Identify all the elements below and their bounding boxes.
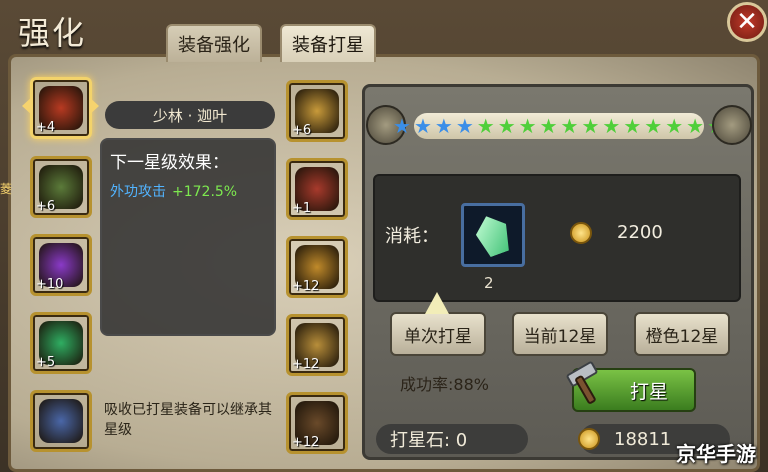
next-level-title: 下一星级效果： [110,153,229,173]
slot-level: +1 [292,201,312,216]
equip-slot-right-1[interactable]: +6 [286,80,348,142]
star-stone-slot[interactable] [461,203,525,267]
selected-arrow-right-icon [89,97,99,115]
star-blue-icon: ★ [455,114,474,138]
stat-name: 外功攻击 [110,184,166,200]
single-star-button[interactable]: 单次打星 [390,312,486,356]
next-level-stat-row: 外功攻击 +172.5% [110,181,266,201]
slot-level: +12 [292,279,320,294]
star-green-icon: ★ [518,114,537,138]
success-rate: 成功率:88% [400,375,489,394]
close-button[interactable]: ✕ [727,2,767,42]
cost-label: 消耗： [385,226,439,247]
equip-slot-left-2[interactable]: +6 [30,156,92,218]
ring-icon [39,399,83,443]
window-title: 强化 [18,14,87,52]
slot-level: +10 [36,277,64,292]
ornament-right-icon [712,105,752,145]
gold-balance-coin-icon [578,428,600,450]
star-upgrade-label: 打星 [629,380,668,403]
star-blue-icon: ★ [434,114,453,138]
star-green-icon: ★ [623,114,642,138]
star-bar: ★★★★★★★★★★★★★★★★ [366,101,752,149]
gold-coin-icon [570,222,592,244]
slot-level: +5 [36,355,56,370]
star-green-icon: ★ [560,114,579,138]
slot-level: +4 [36,120,56,135]
character-name: 少林 · 迦叶 [105,101,275,129]
slot-level: +12 [292,357,320,372]
star-stone-icon [471,211,515,260]
slot-level: +6 [36,199,56,214]
star-track: ★★★★★★★★★★★★★★★★ [393,113,725,139]
equip-slot-right-5[interactable]: +12 [286,392,348,454]
slot-level: +6 [292,123,312,138]
close-icon: ✕ [736,7,758,37]
equip-slot-left-1[interactable]: +4 [30,77,92,139]
equip-slot-right-4[interactable]: +12 [286,314,348,376]
selected-arrow-left-icon [22,97,32,115]
equip-slot-left-5[interactable] [30,390,92,452]
current-12-star-button[interactable]: 当前12星 [512,312,608,356]
slot-level: +12 [292,435,320,450]
equip-slot-right-3[interactable]: +12 [286,236,348,298]
star-green-icon: ★ [602,114,621,138]
star-green-icon: ★ [539,114,558,138]
star-green-icon: ★ [686,114,705,138]
stone-count: 2 [484,274,494,292]
tab-star-upgrade[interactable]: 装备打星 [280,24,376,62]
star-stone-balance: 打星石: 0 [376,424,528,454]
next-level-panel: 下一星级效果： 外功攻击 +172.5% [100,138,276,336]
inherit-note: 吸收已打星装备可以继承其星级 [104,402,272,438]
star-green-icon: ★ [665,114,684,138]
orange-12-star-button[interactable]: 橙色12星 [634,312,730,356]
side-label: 菱 [0,182,13,196]
star-green-icon: ★ [476,114,495,138]
star-green-icon: ★ [581,114,600,138]
equip-slot-left-4[interactable]: +5 [30,312,92,374]
hammer-icon [566,361,598,404]
star-blue-icon: ★ [393,114,411,138]
tab-enhance[interactable]: 装备强化 [166,24,262,62]
star-blue-icon: ★ [413,114,432,138]
star-green-icon: ★ [644,114,663,138]
pointer-cursor-icon [425,292,449,314]
watermark: 京华手游 [676,442,756,466]
gold-cost: 2200 [617,222,663,243]
star-green-icon: ★ [497,114,516,138]
stat-value: +172.5% [172,184,238,200]
equip-slot-right-2[interactable]: +1 [286,158,348,220]
equip-slot-left-3[interactable]: +10 [30,234,92,296]
